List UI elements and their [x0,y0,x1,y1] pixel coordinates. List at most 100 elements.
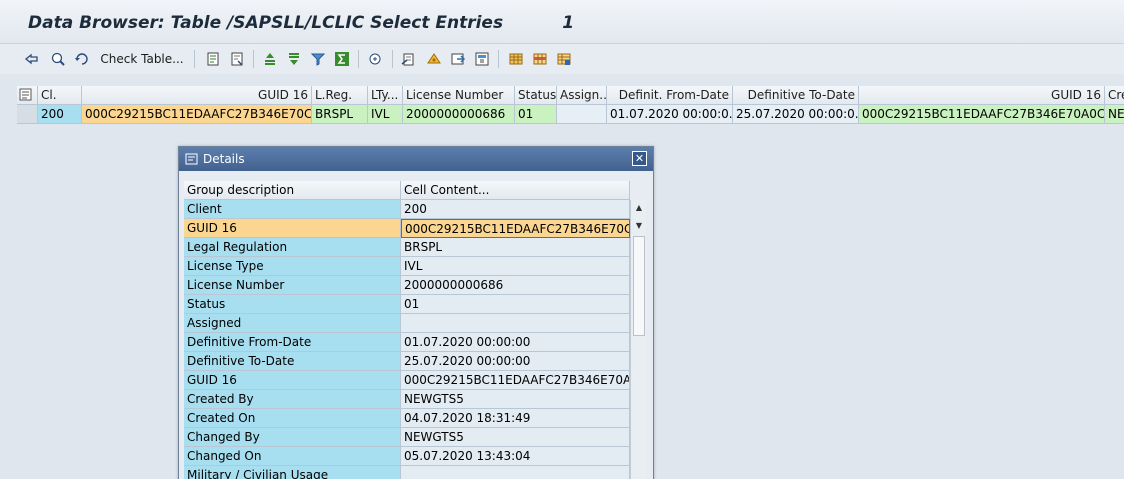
print-preview-icon[interactable] [227,49,247,69]
detail-row-changed-by[interactable]: Changed By NEWGTS5 [184,428,630,447]
detail-value[interactable]: NEWGTS5 [401,428,630,447]
column-header-client[interactable]: Cl. [38,86,82,105]
detail-row-created-by[interactable]: Created By NEWGTS5 [184,390,630,409]
detail-row-license-number[interactable]: License Number 2000000000686 [184,276,630,295]
detail-label: Definitive From-Date [184,333,401,352]
column-header-from-date[interactable]: Definit. From-Date [607,86,733,105]
details-dialog: Details ✕ Group description Cell Content… [178,146,654,479]
scroll-down-icon[interactable]: ▼ [632,218,646,234]
cell-from-date[interactable]: 01.07.2020 00:00:0... [607,105,733,124]
detail-row-military-civilian[interactable]: Military / Civilian Usage [184,466,630,479]
column-header-status[interactable]: Status [515,86,557,105]
navigate-back-icon[interactable] [22,49,42,69]
detail-row-guid16[interactable]: GUID 16 000C29215BC11EDAAFC27B346E70C0C0 [184,219,630,238]
detail-label: License Type [184,257,401,276]
detail-label: Definitive To-Date [184,352,401,371]
column-header-license-number[interactable]: License Number [403,86,515,105]
detail-value[interactable]: 01.07.2020 00:00:00 [401,333,630,352]
scroll-up-icon[interactable]: ▲ [632,200,646,216]
close-icon[interactable]: ✕ [632,151,647,166]
detail-value[interactable]: IVL [401,257,630,276]
print-icon[interactable] [203,49,223,69]
cell-license-number[interactable]: 2000000000686 [403,105,515,124]
detail-label: Changed By [184,428,401,447]
detail-row-client[interactable]: Client 200 [184,200,630,219]
detail-row-license-type[interactable]: License Type IVL [184,257,630,276]
column-header-assigned[interactable]: Assign... [557,86,607,105]
sort-descending-icon[interactable] [284,49,304,69]
details-view-icon[interactable] [530,49,550,69]
cell-client[interactable]: 200 [38,105,82,124]
subtotal-icon[interactable] [366,49,386,69]
detail-label: Created By [184,390,401,409]
dialog-title-bar[interactable]: Details ✕ [179,147,653,171]
select-all-icon[interactable] [17,86,38,105]
window-title: Data Browser: Table /SAPSLL/LCLIC Select… [28,13,574,33]
vertical-scrollbar[interactable]: ▲ ▼ [630,200,646,479]
detail-row-status[interactable]: Status 01 [184,295,630,314]
detail-row-guid16-2[interactable]: GUID 16 000C29215BC11EDAAFC27B346E70A0C0 [184,371,630,390]
column-header-created[interactable]: Cre [1105,86,1124,105]
cell-guid16[interactable]: 000C29215BC11EDAAFC27B346E70C0... [82,105,312,124]
title-bar: Data Browser: Table /SAPSLL/LCLIC Select… [0,0,1124,44]
cell-guid16-2[interactable]: 000C29215BC11EDAAFC27B346E70A0C0 [859,105,1105,124]
cell-status[interactable]: 01 [515,105,557,124]
detail-label: Assigned [184,314,401,333]
table-row[interactable]: 200 000C29215BC11EDAAFC27B346E70C0... BR… [17,105,1124,124]
detail-value[interactable]: 04.07.2020 18:31:49 [401,409,630,428]
detail-label: Status [184,295,401,314]
sum-icon[interactable] [332,49,352,69]
column-header-guid16[interactable]: GUID 16 [82,86,312,105]
detail-value[interactable]: 25.07.2020 00:00:00 [401,352,630,371]
layout-select-icon[interactable] [448,49,468,69]
detail-value-selected[interactable]: 000C29215BC11EDAAFC27B346E70C0C0 [401,219,630,238]
detail-value[interactable]: 200 [401,200,630,219]
column-header-guid16-2[interactable]: GUID 16 [859,86,1105,105]
detail-row-assigned[interactable]: Assigned [184,314,630,333]
detail-row-to-date[interactable]: Definitive To-Date 25.07.2020 00:00:00 [184,352,630,371]
detail-row-created-on[interactable]: Created On 04.07.2020 18:31:49 [184,409,630,428]
detail-value[interactable] [401,466,630,479]
detail-value[interactable]: 01 [401,295,630,314]
grid-settings-icon[interactable] [554,49,574,69]
cell-created[interactable]: NEV [1105,105,1124,124]
export-icon[interactable] [399,49,419,69]
check-table-button[interactable]: Check Table... [98,49,186,69]
sort-ascending-icon[interactable] [260,49,280,69]
detail-value[interactable]: NEWGTS5 [401,390,630,409]
dialog-title: Details [203,152,245,166]
cell-legal-regulation[interactable]: BRSPL [312,105,368,124]
scrollbar-thumb[interactable] [633,236,645,336]
layout-save-icon[interactable] [472,49,492,69]
column-icon[interactable] [506,49,526,69]
column-header-legal-regulation[interactable]: L.Reg. [312,86,368,105]
detail-label: License Number [184,276,401,295]
cell-license-type[interactable]: IVL [368,105,403,124]
cell-assigned[interactable] [557,105,607,124]
detail-label: GUID 16 [184,371,401,390]
display-details-icon[interactable] [48,49,68,69]
detail-value[interactable]: BRSPL [401,238,630,257]
detail-row-changed-on[interactable]: Changed On 05.07.2020 13:43:04 [184,447,630,466]
filter-icon[interactable] [308,49,328,69]
column-header-to-date[interactable]: Definitive To-Date [733,86,859,105]
layout-change-icon[interactable] [424,49,444,69]
row-selector[interactable] [17,105,38,124]
detail-label: GUID 16 [184,219,401,238]
toolbar-separator [392,50,393,68]
details-header-row: Group description Cell Content... [184,181,630,200]
detail-label: Legal Regulation [184,238,401,257]
cell-to-date[interactable]: 25.07.2020 00:00:0... [733,105,859,124]
detail-row-legal-regulation[interactable]: Legal Regulation BRSPL [184,238,630,257]
detail-value[interactable]: 05.07.2020 13:43:04 [401,447,630,466]
header-cell-content[interactable]: Cell Content... [401,181,630,200]
detail-value[interactable] [401,314,630,333]
detail-row-from-date[interactable]: Definitive From-Date 01.07.2020 00:00:00 [184,333,630,352]
detail-value[interactable]: 000C29215BC11EDAAFC27B346E70A0C0 [401,371,630,390]
toolbar-separator [253,50,254,68]
detail-value[interactable]: 2000000000686 [401,276,630,295]
column-header-license-type[interactable]: LTy... [368,86,403,105]
details-icon [185,152,199,169]
refresh-icon[interactable] [72,49,92,69]
header-group-description[interactable]: Group description [184,181,401,200]
